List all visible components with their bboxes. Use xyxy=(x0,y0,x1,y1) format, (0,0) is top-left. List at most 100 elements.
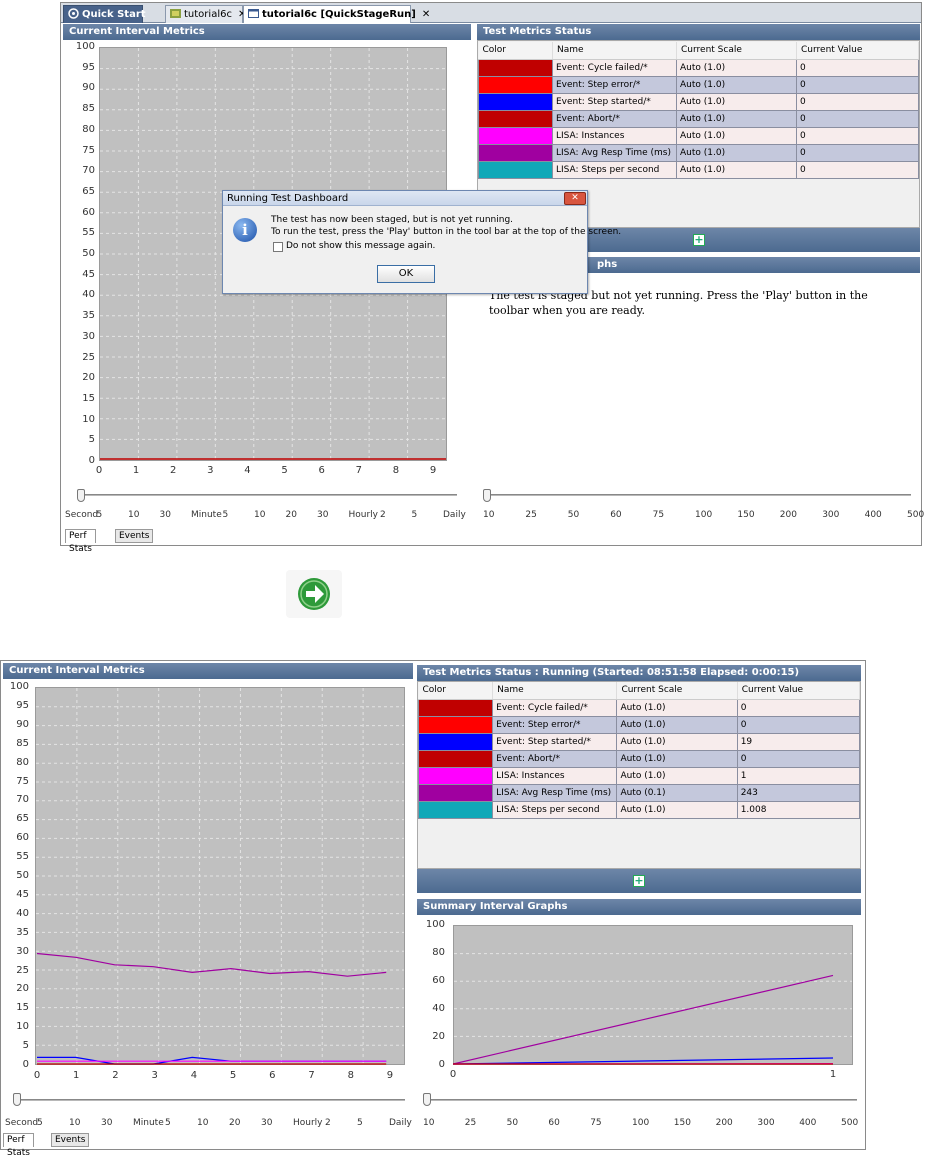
slider-label: 50 xyxy=(507,1118,518,1128)
y-tick-label: 40 xyxy=(425,1003,445,1014)
ok-button[interactable]: OK xyxy=(377,265,435,283)
add-metric-icon[interactable]: + xyxy=(693,234,705,246)
y-tick-label: 70 xyxy=(75,165,95,176)
slider-label: Hourly xyxy=(293,1118,323,1128)
dialog-title: Running Test Dashboard xyxy=(223,191,587,206)
slider-label: Hourly xyxy=(349,510,379,520)
summary-slider-track[interactable] xyxy=(425,1099,857,1101)
y-tick-label: 15 xyxy=(9,1002,29,1013)
interval-slider-track[interactable] xyxy=(17,1099,405,1101)
x-tick-label: 6 xyxy=(316,465,328,476)
summary-slider-knob[interactable] xyxy=(483,489,491,502)
y-tick-label: 100 xyxy=(9,681,29,692)
interval-slider-knob[interactable] xyxy=(77,489,85,502)
tab-perf-stats[interactable]: Perf Stats xyxy=(65,529,96,543)
slider-label: 20 xyxy=(229,1118,240,1128)
dont-show-checkbox[interactable] xyxy=(273,242,283,252)
tab-tutorial6c[interactable]: tutorial6c✕ xyxy=(165,5,243,23)
slider-label: 60 xyxy=(548,1118,559,1128)
interval-slider-track[interactable] xyxy=(81,494,457,496)
next-arrow-icon xyxy=(286,570,342,618)
metric-value: 0 xyxy=(797,161,919,178)
table-row[interactable]: Event: Abort/*Auto (1.0)0 xyxy=(419,750,860,767)
x-tick-label: 8 xyxy=(390,465,402,476)
table-row[interactable]: LISA: InstancesAuto (1.0)0 xyxy=(479,127,919,144)
metric-value: 0 xyxy=(797,76,919,93)
metrics-table: ColorNameCurrent ScaleCurrent ValueEvent… xyxy=(418,682,860,819)
slider-label: Minute xyxy=(191,510,222,520)
metric-value: 0 xyxy=(737,750,859,767)
tab-events[interactable]: Events xyxy=(115,529,153,543)
color-swatch xyxy=(479,144,553,161)
x-tick-label: 3 xyxy=(149,1070,161,1081)
metric-name: Event: Step error/* xyxy=(553,76,677,93)
table-row[interactable]: Event: Step error/*Auto (1.0)0 xyxy=(419,716,860,733)
x-tick-label: 2 xyxy=(167,465,179,476)
slider-label: 500 xyxy=(841,1118,858,1128)
slider-label: 75 xyxy=(653,510,664,520)
table-row[interactable]: LISA: Steps per secondAuto (1.0)1.008 xyxy=(419,801,860,818)
column-header: Current Scale xyxy=(617,682,737,699)
quickstart-icon xyxy=(68,8,79,19)
metric-scale: Auto (1.0) xyxy=(677,93,797,110)
metrics-table: ColorNameCurrent ScaleCurrent ValueEvent… xyxy=(478,42,919,179)
slider-label: 75 xyxy=(590,1118,601,1128)
table-row[interactable]: LISA: InstancesAuto (1.0)1 xyxy=(419,767,860,784)
tab-quick-start[interactable]: Quick Start xyxy=(63,5,143,23)
series-line xyxy=(453,975,833,1064)
slider-label: 30 xyxy=(101,1118,112,1128)
add-metric-icon[interactable]: + xyxy=(633,875,645,887)
interval-slider-knob[interactable] xyxy=(13,1093,21,1106)
current-interval-metrics-title: Current Interval Metrics xyxy=(63,24,471,40)
slider-label: 10 xyxy=(128,510,139,520)
table-row[interactable]: Event: Step started/*Auto (1.0)19 xyxy=(419,733,860,750)
test-metrics-title: Test Metrics Status xyxy=(477,24,920,40)
table-row[interactable]: Event: Cycle failed/*Auto (1.0)0 xyxy=(419,699,860,716)
metric-value: 0 xyxy=(797,110,919,127)
table-row[interactable]: Event: Step error/*Auto (1.0)0 xyxy=(479,76,919,93)
x-tick-label: 1 xyxy=(130,465,142,476)
color-swatch xyxy=(419,750,493,767)
y-tick-label: 40 xyxy=(75,289,95,300)
slider-label: 5 xyxy=(37,1118,43,1128)
color-swatch xyxy=(419,699,493,716)
slider-label: 2 xyxy=(380,510,386,520)
close-icon[interactable]: ✕ xyxy=(422,9,430,20)
summary-slider-knob[interactable] xyxy=(423,1093,431,1106)
metric-value: 0 xyxy=(797,93,919,110)
table-row[interactable]: LISA: Avg Resp Time (ms)Auto (0.1)243 xyxy=(419,784,860,801)
table-row[interactable]: Event: Cycle failed/*Auto (1.0)0 xyxy=(479,59,919,76)
y-tick-label: 25 xyxy=(9,965,29,976)
color-swatch xyxy=(479,59,553,76)
dialog-close-icon[interactable]: ✕ xyxy=(564,192,586,205)
current-interval-metrics-title: Current Interval Metrics xyxy=(3,663,413,679)
table-row[interactable]: LISA: Avg Resp Time (ms)Auto (1.0)0 xyxy=(479,144,919,161)
tab-perf-stats[interactable]: Perf Stats xyxy=(3,1133,34,1147)
y-tick-label: 90 xyxy=(75,82,95,93)
summary-slider-track[interactable] xyxy=(485,494,911,496)
metric-value: 1.008 xyxy=(737,801,859,818)
y-tick-label: 80 xyxy=(75,124,95,135)
slider-label: 5 xyxy=(97,510,103,520)
slider-label: 5 xyxy=(357,1118,363,1128)
slider-label: Minute xyxy=(133,1118,164,1128)
y-tick-label: 65 xyxy=(75,186,95,197)
table-row[interactable]: Event: Step started/*Auto (1.0)0 xyxy=(479,93,919,110)
color-swatch xyxy=(419,801,493,818)
slider-label: 10 xyxy=(423,1118,434,1128)
summary-interval-lines xyxy=(453,925,853,1065)
slider-label: Second xyxy=(5,1118,38,1128)
slider-label: 10 xyxy=(69,1118,80,1128)
table-row[interactable]: LISA: Steps per secondAuto (1.0)0 xyxy=(479,161,919,178)
y-tick-label: 70 xyxy=(9,794,29,805)
tab-quickstagerun[interactable]: tutorial6c [QuickStageRun]✕ xyxy=(243,5,411,23)
metric-scale: Auto (1.0) xyxy=(617,750,737,767)
x-tick-label: 1 xyxy=(827,1069,839,1080)
metric-value: 243 xyxy=(737,784,859,801)
table-row[interactable]: Event: Abort/*Auto (1.0)0 xyxy=(479,110,919,127)
slider-label: 200 xyxy=(716,1118,733,1128)
x-tick-label: 4 xyxy=(188,1070,200,1081)
column-header: Current Value xyxy=(797,42,919,59)
y-tick-label: 30 xyxy=(75,331,95,342)
tab-events[interactable]: Events xyxy=(51,1133,89,1147)
